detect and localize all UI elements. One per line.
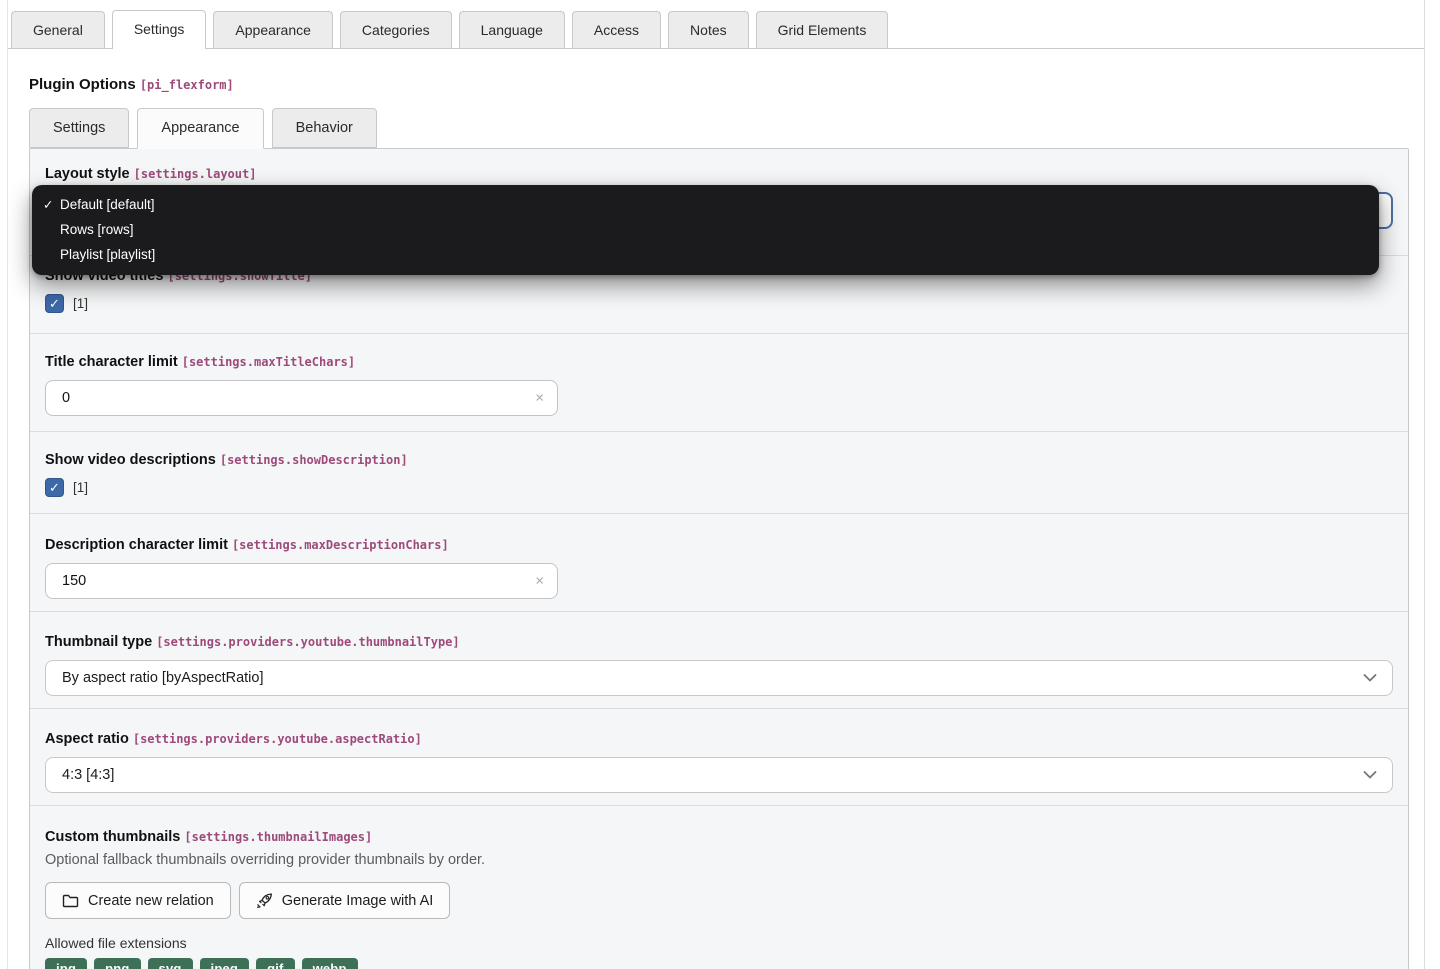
aspect-ratio-select[interactable]: 4:3 [4:3] xyxy=(45,757,1393,793)
folder-icon xyxy=(62,894,79,908)
record-edit-panel: General Settings Appearance Categories L… xyxy=(7,0,1425,969)
subtab-behavior[interactable]: Behavior xyxy=(272,108,377,148)
plugin-options-heading: Plugin Options [pi_flexform] xyxy=(29,76,1424,93)
thumbnail-type-label-text: Thumbnail type xyxy=(45,634,152,650)
desc-limit-label-text: Description character limit xyxy=(45,537,228,553)
allowed-extensions-label: Allowed file extensions xyxy=(45,935,1393,951)
title-limit-label-text: Title character limit xyxy=(45,354,178,370)
dropdown-option-label: Default [default] xyxy=(60,197,155,212)
thumbnail-type-select[interactable]: By aspect ratio [byAspectRatio] xyxy=(45,660,1393,696)
dropdown-option-rows[interactable]: Rows [rows] xyxy=(32,217,1379,242)
aspect-ratio-tag: [settings.providers.youtube.aspectRatio] xyxy=(133,732,422,746)
check-icon: ✓ xyxy=(43,197,60,212)
plugin-options-title: Plugin Options xyxy=(29,76,136,93)
button-label: Create new relation xyxy=(88,893,214,909)
checkbox-value-label: [1] xyxy=(73,296,88,311)
generate-image-ai-button[interactable]: Generate Image with AI xyxy=(239,882,451,919)
desc-limit-label: Description character limit [settings.ma… xyxy=(45,537,1393,553)
field-show-video-descriptions: Show video descriptions [settings.showDe… xyxy=(30,431,1408,513)
tab-settings[interactable]: Settings xyxy=(112,10,207,49)
show-titles-checkbox-row: ✓ [1] xyxy=(45,294,1393,313)
dropdown-option-label: Rows [rows] xyxy=(60,222,134,237)
layout-style-label: Layout style [settings.layout] xyxy=(45,166,1393,182)
desc-limit-tag: [settings.maxDescriptionChars] xyxy=(232,538,449,552)
field-title-character-limit: Title character limit [settings.maxTitle… xyxy=(30,333,1408,431)
button-label: Generate Image with AI xyxy=(282,893,434,909)
selected-option-label: 4:3 [4:3] xyxy=(62,767,114,783)
chevron-down-icon xyxy=(1363,674,1377,683)
extension-badge: jpg xyxy=(45,958,87,969)
layout-style-label-text: Layout style xyxy=(45,166,130,182)
custom-thumbnails-label-text: Custom thumbnails xyxy=(45,829,180,845)
title-limit-label: Title character limit [settings.maxTitle… xyxy=(45,354,1393,370)
title-limit-input-wrap: × xyxy=(45,380,558,416)
layout-style-dropdown-menu: ✓ Default [default] Rows [rows] Playlist… xyxy=(32,185,1379,275)
tab-notes[interactable]: Notes xyxy=(668,11,749,48)
check-icon: ✓ xyxy=(49,480,60,495)
show-desc-label-text: Show video descriptions xyxy=(45,452,216,468)
selected-option-label: By aspect ratio [byAspectRatio] xyxy=(62,670,264,686)
tab-categories[interactable]: Categories xyxy=(340,11,452,48)
aspect-ratio-label-text: Aspect ratio xyxy=(45,731,129,747)
extension-badge: png xyxy=(94,958,140,969)
create-new-relation-button[interactable]: Create new relation xyxy=(45,882,231,919)
allowed-extensions-badges: jpg png svg jpeg gif webp xyxy=(45,958,1393,969)
desc-limit-input-wrap: × xyxy=(45,563,558,599)
field-description-character-limit: Description character limit [settings.ma… xyxy=(30,513,1408,611)
field-aspect-ratio: Aspect ratio [settings.providers.youtube… xyxy=(30,708,1408,805)
field-thumbnail-type: Thumbnail type [settings.providers.youtu… xyxy=(30,611,1408,708)
appearance-fieldset: Layout style [settings.layout] ✓ Default… xyxy=(29,148,1409,969)
custom-thumbnails-label: Custom thumbnails [settings.thumbnailIma… xyxy=(45,829,1393,845)
tab-general[interactable]: General xyxy=(11,11,105,48)
extension-badge: webp xyxy=(302,958,358,969)
tab-access[interactable]: Access xyxy=(572,11,661,48)
extension-badge: jpeg xyxy=(200,958,250,969)
title-limit-tag: [settings.maxTitleChars] xyxy=(182,355,355,369)
dropdown-option-default[interactable]: ✓ Default [default] xyxy=(32,192,1379,217)
checkbox-value-label: [1] xyxy=(73,480,88,495)
clear-icon[interactable]: × xyxy=(535,573,544,590)
custom-thumbnails-buttons: Create new relation Generate Image with … xyxy=(45,882,1393,919)
tab-grid-elements[interactable]: Grid Elements xyxy=(756,11,889,48)
check-icon: ✓ xyxy=(49,296,60,311)
rocket-icon xyxy=(256,892,273,909)
desc-limit-input[interactable] xyxy=(45,563,558,599)
tab-language[interactable]: Language xyxy=(459,11,565,48)
custom-thumbnails-tag: [settings.thumbnailImages] xyxy=(184,830,372,844)
extension-badge: svg xyxy=(148,958,193,969)
dropdown-option-label: Playlist [playlist] xyxy=(60,247,155,262)
title-limit-input[interactable] xyxy=(45,380,558,416)
top-tab-bar: General Settings Appearance Categories L… xyxy=(8,0,1424,49)
clear-icon[interactable]: × xyxy=(535,390,544,407)
layout-style-tag: [settings.layout] xyxy=(134,167,257,181)
flexform-tab-bar: Settings Appearance Behavior xyxy=(29,108,1424,148)
show-desc-label: Show video descriptions [settings.showDe… xyxy=(45,452,1393,468)
extension-badge: gif xyxy=(256,958,294,969)
thumbnail-type-tag: [settings.providers.youtube.thumbnailTyp… xyxy=(156,635,459,649)
dropdown-option-playlist[interactable]: Playlist [playlist] xyxy=(32,242,1379,267)
show-desc-checkbox-row: ✓ [1] xyxy=(45,478,1393,497)
chevron-down-icon xyxy=(1363,771,1377,780)
tab-appearance[interactable]: Appearance xyxy=(213,11,333,48)
subtab-appearance[interactable]: Appearance xyxy=(137,108,263,149)
thumbnail-type-label: Thumbnail type [settings.providers.youtu… xyxy=(45,634,1393,650)
show-titles-checkbox[interactable]: ✓ xyxy=(45,294,64,313)
custom-thumbnails-description: Optional fallback thumbnails overriding … xyxy=(45,852,1393,868)
show-desc-checkbox[interactable]: ✓ xyxy=(45,478,64,497)
plugin-options-tag: [pi_flexform] xyxy=(140,78,234,92)
aspect-ratio-label: Aspect ratio [settings.providers.youtube… xyxy=(45,731,1393,747)
field-layout-style: Layout style [settings.layout] ✓ Default… xyxy=(30,149,1408,255)
show-desc-tag: [settings.showDescription] xyxy=(220,453,408,467)
field-custom-thumbnails: Custom thumbnails [settings.thumbnailIma… xyxy=(30,805,1408,969)
settings-tab-content: Plugin Options [pi_flexform] Settings Ap… xyxy=(8,49,1424,969)
subtab-settings[interactable]: Settings xyxy=(29,108,129,148)
